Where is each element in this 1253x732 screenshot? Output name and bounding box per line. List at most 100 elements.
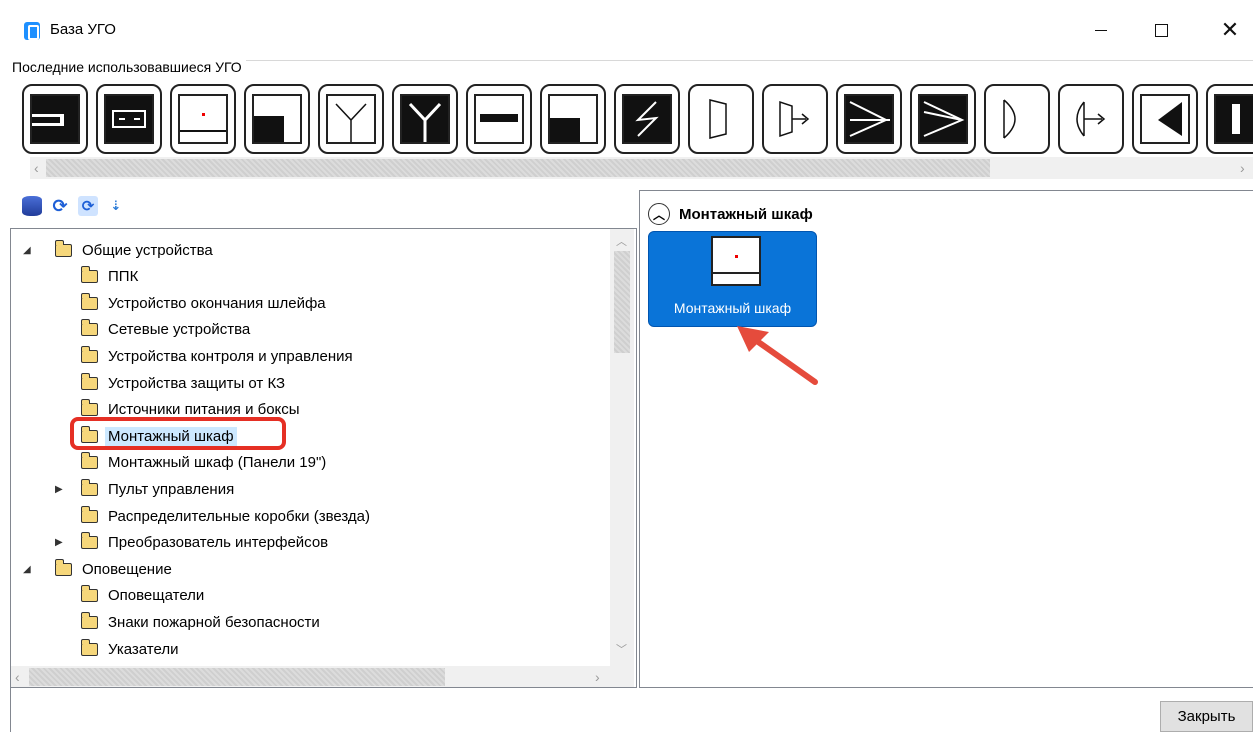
- tree-item-label: Указатели: [108, 640, 179, 658]
- ugo-symbol: [252, 94, 302, 144]
- recent-ugo-item[interactable]: [984, 84, 1050, 154]
- recent-ugo-item[interactable]: [614, 84, 680, 154]
- collapse-tree-icon[interactable]: ◢: [23, 564, 31, 575]
- tree-item[interactable]: Оповещатели: [80, 583, 205, 609]
- folder-icon: [80, 319, 98, 337]
- recent-ugo-item[interactable]: [1206, 84, 1253, 154]
- tree-item[interactable]: Знаки пожарной безопасности: [80, 609, 320, 635]
- ugo-symbol: [992, 94, 1042, 144]
- collapse-tree-icon[interactable]: ◢: [23, 245, 31, 256]
- recent-ugo-item[interactable]: [910, 84, 976, 154]
- close-window-button[interactable]: ✕: [1207, 14, 1253, 46]
- mounting-cabinet-symbol: [711, 236, 761, 286]
- recent-ugo-item[interactable]: [762, 84, 828, 154]
- recent-ugo-item[interactable]: [170, 84, 236, 154]
- folder-icon: [80, 292, 98, 310]
- tree-item-label: Устройство окончания шлейфа: [108, 294, 326, 312]
- tree-item-label: Источники питания и боксы: [108, 401, 300, 419]
- recent-ugo-item[interactable]: [1058, 84, 1124, 154]
- ugo-symbol: [326, 94, 376, 144]
- refresh-icon[interactable]: ⟳: [50, 196, 70, 216]
- expand-icon[interactable]: ▶: [55, 537, 63, 548]
- minimize-button[interactable]: [1078, 14, 1124, 46]
- folder-icon: [80, 478, 98, 496]
- recent-ugo-item[interactable]: [540, 84, 606, 154]
- gallery-group-header[interactable]: ︿ Монтажный шкаф: [648, 203, 813, 225]
- tree-item[interactable]: Устройство окончания шлейфа: [80, 290, 326, 316]
- ugo-symbol: [844, 94, 894, 144]
- recent-ugo-item[interactable]: [318, 84, 384, 154]
- tree-item[interactable]: ▶ Преобразователь интерфейсов: [55, 530, 329, 556]
- recent-ugo-strip: [20, 82, 1253, 157]
- tree-item[interactable]: ◢ Общие устройства: [23, 237, 213, 263]
- recent-ugo-item[interactable]: [688, 84, 754, 154]
- recent-ugo-label: Последние использовавшиеся УГО: [12, 59, 246, 75]
- expand-icon[interactable]: ▶: [55, 484, 63, 495]
- tree-item[interactable]: ▶ Пульт управления: [55, 476, 234, 502]
- scroll-down-icon[interactable]: ﹀: [616, 639, 627, 661]
- ugo-symbol: [104, 94, 154, 144]
- ugo-symbol: [1214, 94, 1253, 144]
- ugo-symbol: [770, 94, 820, 144]
- folder-icon: [80, 505, 98, 523]
- ugo-symbol: [1066, 94, 1116, 144]
- tree-vertical-scrollbar[interactable]: ︿ ﹀: [610, 229, 634, 666]
- close-button[interactable]: Закрыть: [1160, 701, 1253, 732]
- scroll-left-icon[interactable]: ‹: [34, 157, 39, 179]
- scroll-left-icon[interactable]: ‹: [15, 666, 20, 687]
- recent-ugo-item[interactable]: [392, 84, 458, 154]
- scrollbar-thumb[interactable]: [29, 668, 445, 686]
- symbol-gallery: ︿ Монтажный шкаф Монтажный шкаф: [639, 190, 1253, 688]
- tree-item[interactable]: Устройства защиты от КЗ: [80, 370, 285, 396]
- scroll-right-icon[interactable]: ›: [595, 666, 600, 687]
- tree-item-label: Преобразователь интерфейсов: [108, 534, 329, 552]
- collapse-icon[interactable]: ︿: [648, 203, 670, 225]
- tree-item[interactable]: Распределительные коробки (звезда): [80, 503, 371, 529]
- recent-ugo-item[interactable]: [466, 84, 532, 154]
- scrollbar-thumb[interactable]: [46, 159, 990, 177]
- close-icon: ✕: [1220, 17, 1240, 43]
- tree-item-label: Сетевые устройства: [108, 321, 251, 339]
- folder-icon: [80, 532, 98, 550]
- tree-item-label: Общие устройства: [82, 241, 213, 259]
- ugo-symbol: [622, 94, 672, 144]
- refresh-image-icon[interactable]: ⟳: [78, 196, 98, 216]
- folder-icon: [80, 638, 98, 656]
- ugo-symbol: [548, 94, 598, 144]
- tree-item-label: Оповещение: [82, 560, 172, 578]
- recent-ugo-item[interactable]: [96, 84, 162, 154]
- recent-ugo-item[interactable]: [22, 84, 88, 154]
- recent-ugo-item[interactable]: [836, 84, 902, 154]
- tree-item-label: Оповещатели: [108, 587, 205, 605]
- scroll-right-icon[interactable]: ›: [1240, 157, 1245, 179]
- tree-item[interactable]: Указатели: [80, 636, 179, 662]
- folder-icon: [80, 372, 98, 390]
- tree-item-label: Устройства контроля и управления: [108, 347, 353, 365]
- scroll-up-icon[interactable]: ︿: [616, 231, 627, 253]
- folder-icon: [54, 558, 72, 576]
- title-bar: База УГО ✕: [0, 0, 1253, 56]
- scrollbar-thumb[interactable]: [614, 251, 630, 353]
- tree-item[interactable]: Сетевые устройства: [80, 317, 251, 343]
- tree-item[interactable]: ППК: [80, 264, 138, 290]
- tree-item[interactable]: ◢ Оповещение: [23, 556, 172, 582]
- tree-item-label: Монтажный шкаф (Панели 19"): [108, 454, 327, 472]
- app-icon: [24, 22, 40, 40]
- recent-ugo-item[interactable]: [244, 84, 310, 154]
- folder-icon: [80, 452, 98, 470]
- maximize-button[interactable]: [1138, 14, 1184, 46]
- tree-item-label: Распределительные коробки (звезда): [108, 507, 371, 525]
- database-icon[interactable]: [22, 196, 42, 216]
- tree-item[interactable]: Устройства контроля и управления: [80, 343, 353, 369]
- sort-icon[interactable]: ⇣: [106, 196, 126, 216]
- folder-icon: [80, 266, 98, 284]
- gallery-item-selected[interactable]: Монтажный шкаф: [648, 231, 817, 327]
- annotation-highlight-box: [70, 417, 286, 450]
- tree-horizontal-scrollbar[interactable]: ‹ ›: [11, 666, 634, 687]
- window-title: База УГО: [50, 21, 116, 38]
- folder-icon: [80, 399, 98, 417]
- folder-icon: [80, 611, 98, 629]
- tree-item[interactable]: Монтажный шкаф (Панели 19"): [80, 450, 327, 476]
- recent-ugo-item[interactable]: [1132, 84, 1198, 154]
- recent-ugo-scrollbar[interactable]: ‹ ›: [30, 157, 1253, 179]
